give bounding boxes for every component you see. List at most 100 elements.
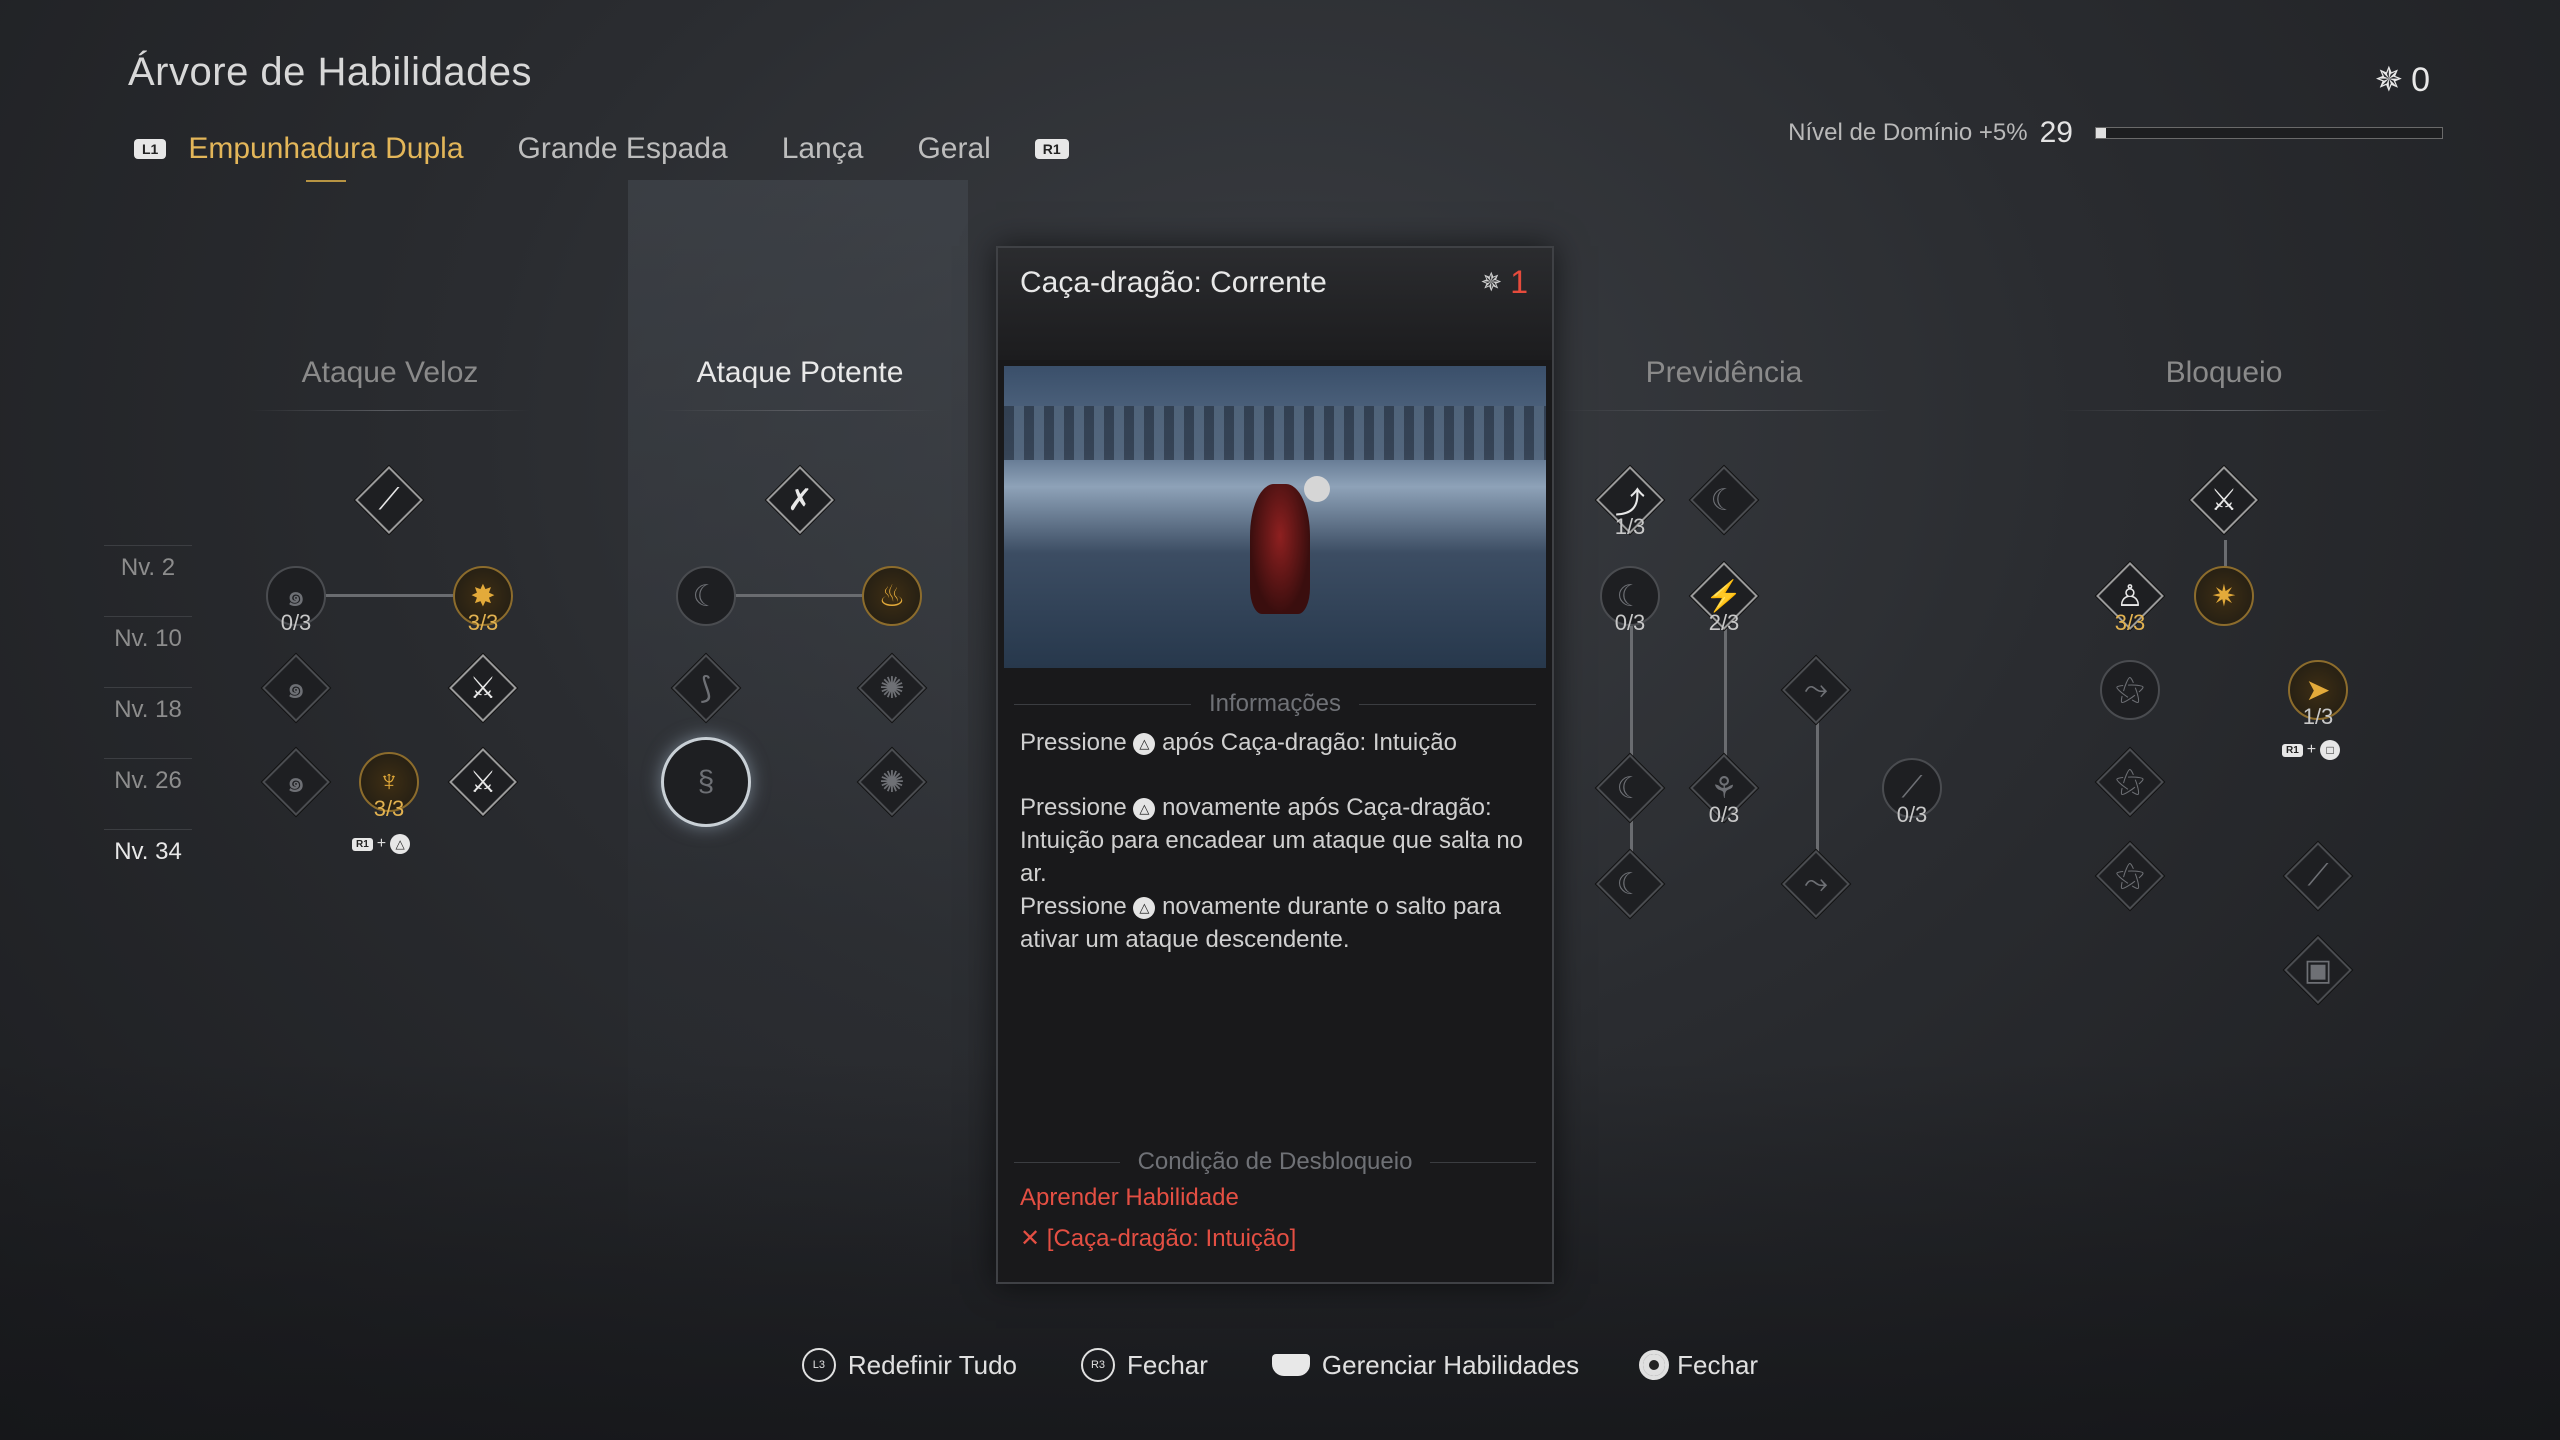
l1-button-hint[interactable]: L1 <box>134 139 167 159</box>
mastery-level-value: 29 <box>2039 116 2073 149</box>
triangle-button-icon: △ <box>1133 797 1156 820</box>
unlock-heading: Condição de Desbloqueio <box>1014 1148 1536 1176</box>
level-label: Nv. 18 <box>104 687 192 758</box>
leap-icon: ⤳ <box>1804 673 1828 706</box>
skill-node[interactable]: ✸ 3/3 <box>453 566 513 635</box>
skill-node[interactable]: ☾ <box>1596 850 1664 918</box>
column-divider <box>2060 410 2390 411</box>
level-label: Nv. 2 <box>104 545 192 616</box>
tab-empunhadura-dupla[interactable]: Empunhadura Dupla <box>188 132 463 166</box>
skill-node[interactable]: ⚡ 2/3 <box>1690 562 1758 635</box>
skill-counter: 0/3 <box>280 610 312 635</box>
skill-node-selected[interactable]: § <box>661 737 751 827</box>
skill-node[interactable]: ๑ 0/3 <box>266 566 326 635</box>
manage-skills-button[interactable]: Gerenciar Habilidades <box>1271 1348 1579 1382</box>
skill-counter: 1/3 <box>1614 514 1646 539</box>
skill-node[interactable]: ☾ <box>1596 754 1664 822</box>
crescent-icon: ☾ <box>1710 483 1738 517</box>
skill-counter: 3/3 <box>2114 610 2146 635</box>
r3-button-icon: R3 <box>1081 1348 1115 1382</box>
page-title: Árvore de Habilidades <box>128 50 533 94</box>
skill-node[interactable]: ✷ <box>2194 566 2254 626</box>
skill-node[interactable]: ⟆ <box>672 654 740 722</box>
reset-all-button[interactable]: L3 Redefinir Tudo <box>801 1348 1017 1382</box>
column-ataque-potente: Ataque Potente <box>696 356 904 389</box>
crescent-icon: ☾ <box>692 579 720 613</box>
crossed-swords-icon: ⚔ <box>2210 483 2238 517</box>
skill-node[interactable]: ⟋ <box>355 466 423 534</box>
skill-description: Pressione △ após Caça-dragão: Intuição P… <box>1020 729 1524 953</box>
burst-icon: ✺ <box>879 671 905 705</box>
skill-node[interactable]: ⚔ <box>2190 466 2258 534</box>
tab-lanca[interactable]: Lança <box>782 132 864 166</box>
reset-all-label: Redefinir Tudo <box>847 1349 1017 1380</box>
column-previdencia: Previdência <box>1645 356 1803 389</box>
skill-points-value: 0 <box>2411 60 2430 99</box>
skill-node[interactable]: ⤳ <box>1782 850 1850 918</box>
skill-node[interactable]: ⚝ <box>2096 842 2164 910</box>
r1-chip: R1 <box>2282 743 2303 757</box>
skill-node[interactable]: ✺ <box>858 748 926 816</box>
r1-button-hint[interactable]: R1 <box>1034 139 1069 159</box>
skill-node[interactable]: ⤳ <box>1782 656 1850 724</box>
close-r3-button[interactable]: R3 Fechar <box>1081 1348 1208 1382</box>
claw-icon: ⚔ <box>469 765 497 799</box>
skill-node[interactable]: ⚝ <box>2100 660 2160 720</box>
l3-button-icon: L3 <box>801 1348 836 1382</box>
skill-node[interactable]: ⚝ <box>2096 748 2164 816</box>
skill-node-locked[interactable]: ▣ <box>2284 936 2352 1004</box>
level-label-current: Nv. 34 <box>104 829 192 900</box>
button-hints: L3 Redefinir Tudo R3 Fechar Gerenciar Habi… <box>0 1348 2560 1382</box>
feather-icon: ⟋ <box>2307 859 2329 892</box>
skill-node[interactable]: ✺ <box>858 654 926 722</box>
skill-cost-value: 1 <box>1510 264 1528 300</box>
mastery-label: Nível de Domínio +5% <box>1788 119 2028 146</box>
unlock-prerequisite: ✕ [Caça-dragão: Intuição] <box>1020 1225 1297 1252</box>
preview-character <box>1250 484 1310 614</box>
triangle-button-icon: △ <box>390 834 411 854</box>
skill-node[interactable]: ๑ <box>262 748 330 816</box>
parry-icon: ⚝ <box>2115 859 2145 892</box>
skill-point-icon: ✵ <box>2374 61 2404 99</box>
skill-combo-hint: R1 + □ <box>2282 740 2341 760</box>
skill-counter: 3/3 <box>467 610 499 635</box>
skill-detail-card: Caça-dragão: Corrente ✵ 1 Informações Pre… <box>996 246 1554 1284</box>
parry-icon: ⚝ <box>2115 765 2145 798</box>
skill-node[interactable]: ⟋ 0/3 <box>1882 758 1942 827</box>
skill-node[interactable]: ☾ <box>676 566 736 626</box>
triangle-button-icon: △ <box>1133 896 1156 919</box>
skill-node[interactable]: ☾ 0/3 <box>1600 566 1660 635</box>
flame-icon: ♨ <box>878 579 906 613</box>
r1-chip: R1 <box>352 837 373 851</box>
skill-point-icon: ✵ <box>1480 267 1503 297</box>
unlock-requirement: Aprender Habilidade <box>1020 1184 1239 1211</box>
skill-node[interactable]: ⚘ 0/3 <box>1690 754 1758 827</box>
column-ataque-veloz: Ataque Veloz <box>301 356 479 389</box>
skill-node[interactable]: ⚔ <box>449 654 517 722</box>
skill-node[interactable]: ➤ 1/3 <box>2288 660 2348 729</box>
skill-node[interactable]: ♆ 3/3 <box>359 752 419 821</box>
skill-node[interactable]: ♨ <box>862 566 922 626</box>
tab-geral[interactable]: Geral <box>917 132 990 166</box>
tab-grande-espada[interactable]: Grande Espada <box>518 132 728 166</box>
mastery-progress-bar <box>2095 127 2443 139</box>
skill-node[interactable]: ⤴ 1/3 <box>1596 466 1664 539</box>
level-column: Nv. 2 Nv. 10 Nv. 18 Nv. 26 Nv. 34 <box>104 545 192 900</box>
skill-combo-hint: R1 + △ <box>352 834 411 854</box>
skill-counter: 3/3 <box>373 796 405 821</box>
plus-sign: + <box>376 835 387 852</box>
skill-node[interactable]: ⟋ <box>2284 842 2352 910</box>
skill-node[interactable]: ♙ 3/3 <box>2096 562 2164 635</box>
skill-node[interactable]: ๑ <box>262 654 330 722</box>
touchpad-icon <box>1271 1354 1310 1376</box>
triangle-button-icon: △ <box>1133 732 1156 755</box>
skill-node[interactable]: ⚔ <box>449 748 517 816</box>
skill-node[interactable]: ☾ <box>1690 466 1758 534</box>
skill-node[interactable]: ✗ <box>766 466 834 534</box>
close-circle-button[interactable]: Fechar <box>1639 1348 1758 1382</box>
preview-railing <box>1004 406 1546 460</box>
leap-icon: ⤳ <box>1804 867 1828 900</box>
crescent-icon: ☾ <box>1616 771 1644 805</box>
column-divider <box>1560 410 1890 411</box>
mastery-progress-fill <box>2096 128 2107 138</box>
